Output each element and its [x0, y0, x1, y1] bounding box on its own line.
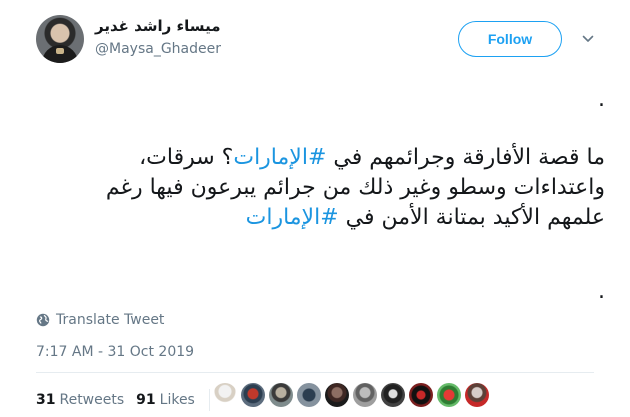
- liker-avatar[interactable]: [437, 383, 461, 407]
- globe-icon: [36, 313, 50, 327]
- chevron-down-icon[interactable]: [582, 33, 594, 45]
- tweet-trailing-dot: .: [598, 279, 605, 304]
- tweet-text-segment: ؟ سرقات،: [139, 145, 234, 170]
- retweets-stat[interactable]: 31 Retweets: [36, 392, 124, 408]
- likers-avatars: [213, 383, 493, 407]
- liker-avatar[interactable]: [241, 383, 265, 407]
- tweet-line-2: واعتداءات وسطو وغير ذلك من جرائم يبرعون …: [105, 175, 605, 200]
- likes-count: 91: [136, 392, 156, 408]
- tweet-body: ما قصة الأفارقة وجرائمهم في #الإمارات؟ س…: [30, 143, 605, 233]
- avatar-badge: [56, 48, 64, 54]
- author-avatar[interactable]: [36, 15, 84, 63]
- liker-avatar[interactable]: [465, 383, 489, 407]
- translate-label: Translate Tweet: [56, 312, 165, 328]
- retweets-count: 31: [36, 392, 56, 408]
- likes-stat[interactable]: 91 Likes: [136, 392, 195, 408]
- tweet-header: ميساء راشد غدير @Maysa_Ghadeer Follow: [0, 0, 630, 80]
- liker-avatar[interactable]: [381, 383, 405, 407]
- tweet-timestamp[interactable]: 7:17 AM - 31 Oct 2019: [36, 344, 194, 360]
- liker-avatar[interactable]: [325, 383, 349, 407]
- divider: [36, 372, 594, 373]
- tweet-line-3: علمهم الأكيد بمتانة الأمن في #الإمارات: [30, 203, 605, 233]
- liker-avatar[interactable]: [353, 383, 377, 407]
- tweet-leading-dot: .: [598, 87, 605, 112]
- likes-label: Likes: [159, 392, 195, 408]
- follow-button[interactable]: Follow: [458, 21, 562, 57]
- tweet-text-segment: ما قصة الأفارقة وجرائمهم في: [326, 145, 605, 170]
- liker-avatar[interactable]: [409, 383, 433, 407]
- liker-avatar[interactable]: [213, 383, 237, 407]
- tweet-stats: 31 Retweets 91 Likes: [36, 389, 216, 411]
- liker-avatar[interactable]: [269, 383, 293, 407]
- tweet-text-segment: علمهم الأكيد بمتانة الأمن في: [338, 205, 605, 230]
- stats-separator: [208, 389, 210, 411]
- author-handle[interactable]: @Maysa_Ghadeer: [95, 41, 221, 57]
- hashtag-link[interactable]: #الإمارات: [246, 205, 339, 230]
- hashtag-link[interactable]: #الإمارات: [233, 145, 326, 170]
- tweet-line-1: ما قصة الأفارقة وجرائمهم في #الإمارات؟ س…: [30, 143, 605, 173]
- translate-tweet-link[interactable]: Translate Tweet: [36, 311, 164, 329]
- liker-avatar[interactable]: [297, 383, 321, 407]
- retweets-label: Retweets: [59, 392, 125, 408]
- author-name[interactable]: ميساء راشد غدير: [95, 17, 221, 35]
